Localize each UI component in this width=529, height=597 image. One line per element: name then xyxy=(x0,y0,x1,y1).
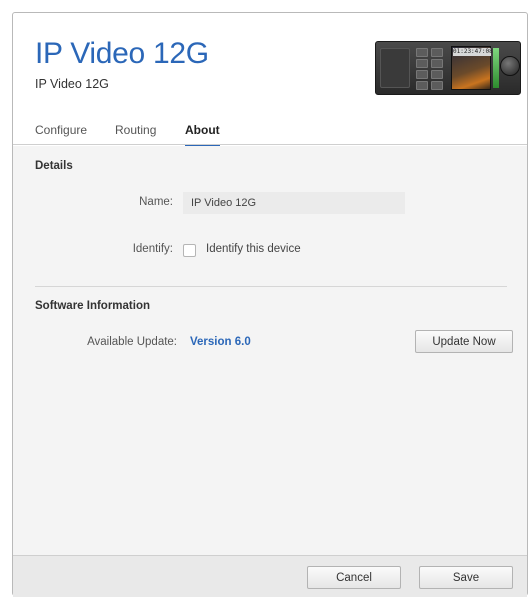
device-subtitle: IP Video 12G xyxy=(35,77,109,91)
available-update-label: Available Update: xyxy=(87,336,177,348)
device-audio-meter xyxy=(493,48,499,88)
details-section-title: Details xyxy=(35,160,73,172)
name-label: Name: xyxy=(139,196,173,208)
device-knob xyxy=(500,56,520,76)
about-panel: Details Name: Identify: Identify this de… xyxy=(13,146,527,555)
tab-routing[interactable]: Routing xyxy=(115,123,156,145)
device-settings-window: IP Video 12G IP Video 12G 01:23:47:08 Co… xyxy=(12,12,528,597)
tab-configure[interactable]: Configure xyxy=(35,123,87,145)
device-screen: 01:23:47:08 xyxy=(451,46,493,90)
identify-device-checkbox[interactable] xyxy=(183,244,196,257)
update-version-link[interactable]: Version 6.0 xyxy=(190,336,251,348)
identify-device-label[interactable]: Identify this device xyxy=(206,243,301,255)
software-section-title: Software Information xyxy=(35,300,151,312)
device-thumbnail-image: 01:23:47:08 xyxy=(375,41,521,95)
update-now-button[interactable]: Update Now xyxy=(415,330,513,353)
device-title: IP Video 12G xyxy=(35,37,209,70)
tab-bar: Configure Routing About xyxy=(13,117,527,147)
device-name-input[interactable] xyxy=(183,192,405,214)
section-divider xyxy=(35,286,507,287)
device-timecode: 01:23:47:08 xyxy=(453,48,493,56)
device-button-grid xyxy=(416,48,446,90)
device-front-panel xyxy=(380,48,410,88)
footer-bar: Cancel Save xyxy=(13,555,527,597)
tab-about[interactable]: About xyxy=(185,123,220,147)
cancel-button[interactable]: Cancel xyxy=(307,566,401,589)
save-button[interactable]: Save xyxy=(419,566,513,589)
identify-label: Identify: xyxy=(132,243,173,255)
